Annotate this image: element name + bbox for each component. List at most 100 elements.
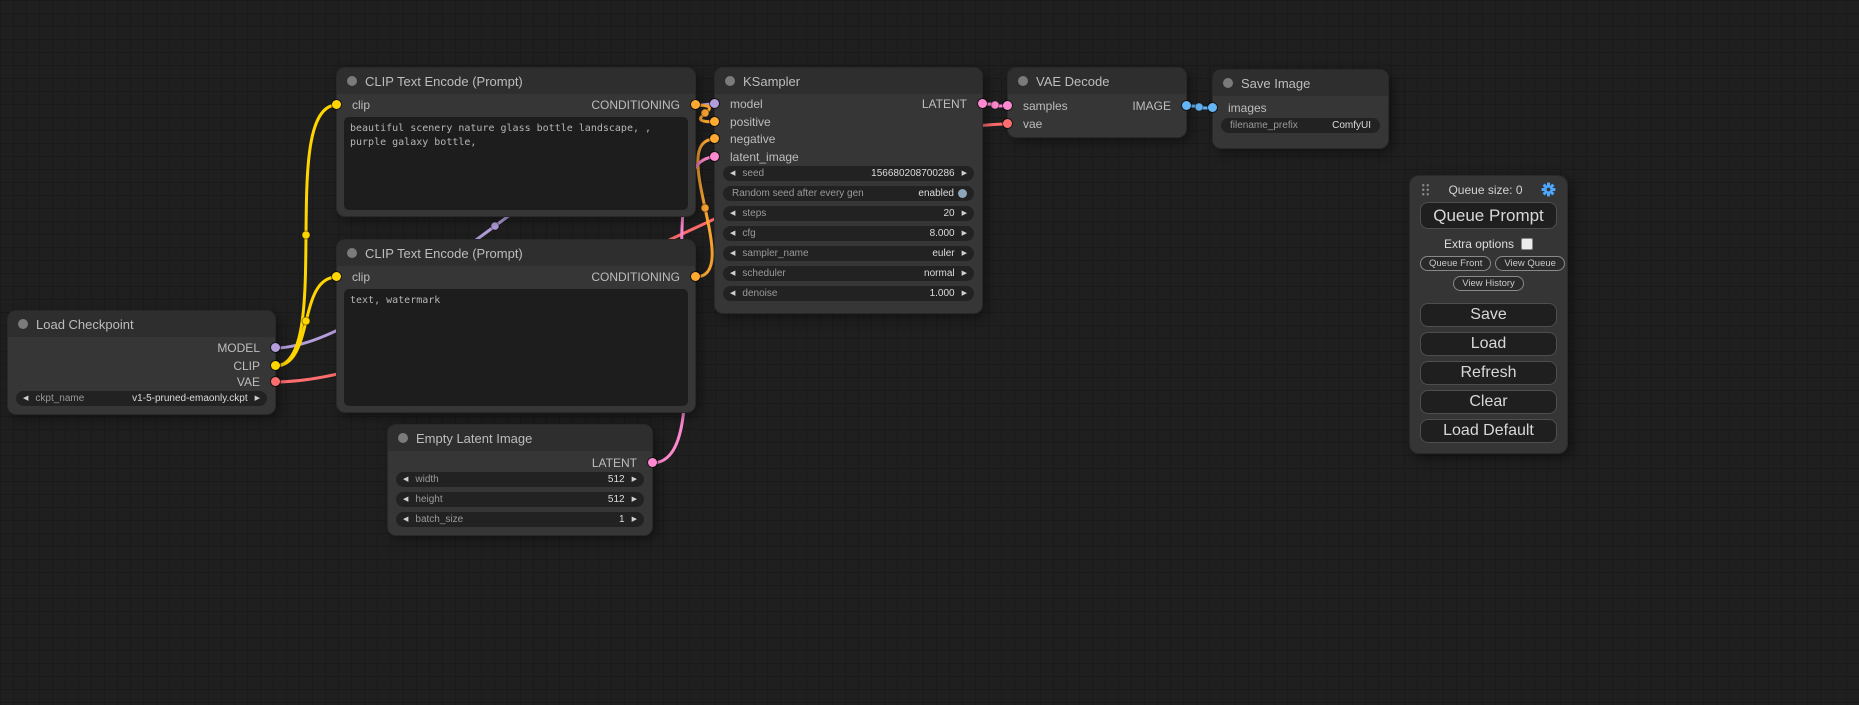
widget-value: 156680208700286 [871,166,954,181]
decrement-arrow-icon[interactable]: ◀ [730,266,735,281]
widget-label: denoise [742,286,777,301]
node-clip-text-encode-negative[interactable]: CLIP Text Encode (Prompt) clip CONDITION… [337,240,695,412]
widget-label: steps [742,206,766,221]
extra-options-checkbox[interactable] [1521,238,1533,250]
node-title-bar[interactable]: Load Checkpoint [8,311,275,337]
load-button[interactable]: Load [1420,332,1557,356]
decrement-arrow-icon[interactable]: ◀ [730,166,735,181]
decrement-arrow-icon[interactable]: ◀ [403,472,408,487]
batch-size-widget[interactable]: ◀ batch_size 1 ▶ [396,512,644,527]
port-clip-input[interactable] [332,272,341,281]
node-title-bar[interactable]: Save Image [1213,70,1388,96]
collapse-dot-icon[interactable] [398,433,408,443]
seed-widget[interactable]: ◀ seed 156680208700286 ▶ [723,166,974,181]
queue-actions-row: Queue Front View Queue [1420,256,1557,271]
port-model-input[interactable] [710,99,719,108]
port-clip-output[interactable] [271,361,280,370]
node-title-bar[interactable]: CLIP Text Encode (Prompt) [337,240,695,266]
port-samples-input[interactable] [1003,101,1012,110]
collapse-dot-icon[interactable] [725,76,735,86]
decrement-arrow-icon[interactable]: ◀ [23,391,28,406]
increment-arrow-icon[interactable]: ▶ [962,286,967,301]
comfy-menu-panel[interactable]: Queue size: 0 Queue Prompt Extra options… [1410,176,1567,453]
port-vae-output[interactable] [271,377,280,386]
height-widget[interactable]: ◀ height 512 ▶ [396,492,644,507]
output-label-model: MODEL [217,341,260,355]
node-title: Empty Latent Image [416,431,532,446]
clear-button[interactable]: Clear [1420,390,1557,414]
decrement-arrow-icon[interactable]: ◀ [730,206,735,221]
collapse-dot-icon[interactable] [18,319,28,329]
port-positive-input[interactable] [710,117,719,126]
queue-prompt-button[interactable]: Queue Prompt [1420,202,1557,229]
node-title-bar[interactable]: KSampler [715,68,982,94]
decrement-arrow-icon[interactable]: ◀ [403,512,408,527]
collapse-dot-icon[interactable] [1223,78,1233,88]
node-title-bar[interactable]: VAE Decode [1008,68,1186,94]
ckpt-name-widget[interactable]: ◀ ckpt_name v1-5-pruned-emaonly.ckpt ▶ [16,391,267,406]
increment-arrow-icon[interactable]: ▶ [632,512,637,527]
input-label-positive: positive [730,115,771,129]
widget-label: cfg [742,226,755,241]
prompt-textarea[interactable]: text, watermark [344,289,688,406]
collapse-dot-icon[interactable] [347,248,357,258]
filename-prefix-widget[interactable]: filename_prefix ComfyUI [1221,118,1380,133]
increment-arrow-icon[interactable]: ▶ [632,492,637,507]
widget-value: v1-5-pruned-emaonly.ckpt [132,391,247,406]
port-latent-output[interactable] [648,458,657,467]
port-images-input[interactable] [1208,103,1217,112]
port-model-output[interactable] [271,343,280,352]
node-load-checkpoint[interactable]: Load Checkpoint MODEL CLIP VAE ◀ ckpt_na… [8,311,275,414]
port-latent-output[interactable] [978,99,987,108]
input-label-clip: clip [352,98,370,112]
collapse-dot-icon[interactable] [347,76,357,86]
prompt-textarea[interactable]: beautiful scenery nature glass bottle la… [344,117,688,210]
node-clip-text-encode-positive[interactable]: CLIP Text Encode (Prompt) clip CONDITION… [337,68,695,216]
denoise-widget[interactable]: ◀ denoise 1.000 ▶ [723,286,974,301]
node-title-bar[interactable]: CLIP Text Encode (Prompt) [337,68,695,94]
sampler-name-widget[interactable]: ◀ sampler_name euler ▶ [723,246,974,261]
refresh-button[interactable]: Refresh [1420,361,1557,385]
decrement-arrow-icon[interactable]: ◀ [730,246,735,261]
save-button[interactable]: Save [1420,303,1557,327]
decrement-arrow-icon[interactable]: ◀ [730,226,735,241]
toggle-dot-icon[interactable] [958,189,967,198]
queue-front-button[interactable]: Queue Front [1420,256,1491,271]
port-vae-input[interactable] [1003,119,1012,128]
port-image-output[interactable] [1182,101,1191,110]
link-dot-cond-negative [701,204,709,212]
decrement-arrow-icon[interactable]: ◀ [403,492,408,507]
view-history-button[interactable]: View History [1453,276,1524,291]
increment-arrow-icon[interactable]: ▶ [962,266,967,281]
history-row: View History [1420,276,1557,291]
load-default-button[interactable]: Load Default [1420,419,1557,443]
scheduler-widget[interactable]: ◀ scheduler normal ▶ [723,266,974,281]
steps-widget[interactable]: ◀ steps 20 ▶ [723,206,974,221]
increment-arrow-icon[interactable]: ▶ [962,166,967,181]
increment-arrow-icon[interactable]: ▶ [632,472,637,487]
cfg-widget[interactable]: ◀ cfg 8.000 ▶ [723,226,974,241]
port-latent-image-input[interactable] [710,152,719,161]
port-conditioning-output[interactable] [691,272,700,281]
increment-arrow-icon[interactable]: ▶ [962,246,967,261]
collapse-dot-icon[interactable] [1018,76,1028,86]
port-conditioning-output[interactable] [691,100,700,109]
width-widget[interactable]: ◀ width 512 ▶ [396,472,644,487]
port-clip-input[interactable] [332,100,341,109]
drag-handle-icon[interactable] [1421,183,1430,196]
increment-arrow-icon[interactable]: ▶ [255,391,260,406]
port-negative-input[interactable] [710,134,719,143]
increment-arrow-icon[interactable]: ▶ [962,226,967,241]
node-vae-decode[interactable]: VAE Decode samples vae IMAGE [1008,68,1186,137]
seed-control-widget[interactable]: Random seed after every gen enabled [723,186,974,201]
node-empty-latent-image[interactable]: Empty Latent Image LATENT ◀ width 512 ▶ … [388,425,652,535]
view-queue-button[interactable]: View Queue [1495,256,1565,271]
node-title-bar[interactable]: Empty Latent Image [388,425,652,451]
widget-value: 512 [608,492,625,507]
decrement-arrow-icon[interactable]: ◀ [730,286,735,301]
settings-gear-icon[interactable] [1541,182,1556,197]
input-label-samples: samples [1023,99,1068,113]
node-save-image[interactable]: Save Image images filename_prefix ComfyU… [1213,70,1388,148]
node-ksampler[interactable]: KSampler model positive negative latent_… [715,68,982,313]
increment-arrow-icon[interactable]: ▶ [962,206,967,221]
